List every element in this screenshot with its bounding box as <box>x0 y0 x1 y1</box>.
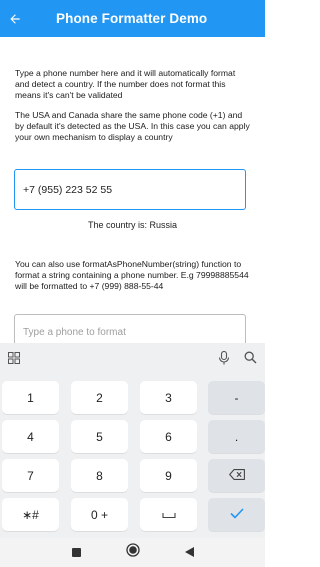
key-1[interactable]: 1 <box>2 381 59 414</box>
back-icon[interactable] <box>184 544 194 562</box>
key-4[interactable]: 4 <box>2 420 59 453</box>
key-star-hash[interactable]: ∗# <box>2 498 59 531</box>
search-icon[interactable] <box>244 351 257 369</box>
backspace-icon <box>228 468 245 483</box>
app-bar: Phone Formatter Demo <box>0 0 265 37</box>
key-dash[interactable]: - <box>208 381 265 414</box>
backspace-key[interactable] <box>208 459 265 492</box>
key-period[interactable]: . <box>208 420 265 453</box>
enter-key[interactable] <box>208 498 265 531</box>
format-input-placeholder: Type a phone to format <box>23 326 126 338</box>
key-0-plus[interactable]: 0 + <box>71 498 128 531</box>
space-icon <box>161 508 176 522</box>
key-5[interactable]: 5 <box>71 420 128 453</box>
check-icon <box>229 507 244 522</box>
key-3[interactable]: 3 <box>140 381 197 414</box>
keyboard-toolbar <box>0 343 265 377</box>
system-nav-bar <box>0 538 265 567</box>
key-7[interactable]: 7 <box>2 459 59 492</box>
phone-input[interactable]: +7 (955) 223 52 55 <box>14 169 246 210</box>
key-2[interactable]: 2 <box>71 381 128 414</box>
recents-icon[interactable] <box>71 544 81 562</box>
space-key[interactable] <box>140 498 197 531</box>
app-title: Phone Formatter Demo <box>56 11 208 26</box>
key-6[interactable]: 6 <box>140 420 197 453</box>
numeric-keyboard: 1 2 3 - 4 5 6 . 7 8 9 ∗# 0 + <box>0 343 265 538</box>
intro-text: Type a phone number here and it will aut… <box>15 68 236 100</box>
description: Type a phone number here and it will aut… <box>15 68 251 143</box>
usa-canada-note: The USA and Canada share the same phone … <box>15 110 250 142</box>
country-label: The country is: Russia <box>87 220 178 230</box>
phone-input-value: +7 (955) 223 52 55 <box>23 183 113 196</box>
format-note: You can also use formatAsPhoneNumber(str… <box>15 259 249 291</box>
key-9[interactable]: 9 <box>140 459 197 492</box>
grid-icon[interactable] <box>8 351 20 369</box>
mic-icon[interactable] <box>218 350 230 370</box>
back-arrow-icon[interactable] <box>0 0 30 37</box>
key-8[interactable]: 8 <box>71 459 128 492</box>
home-icon[interactable] <box>125 543 140 562</box>
